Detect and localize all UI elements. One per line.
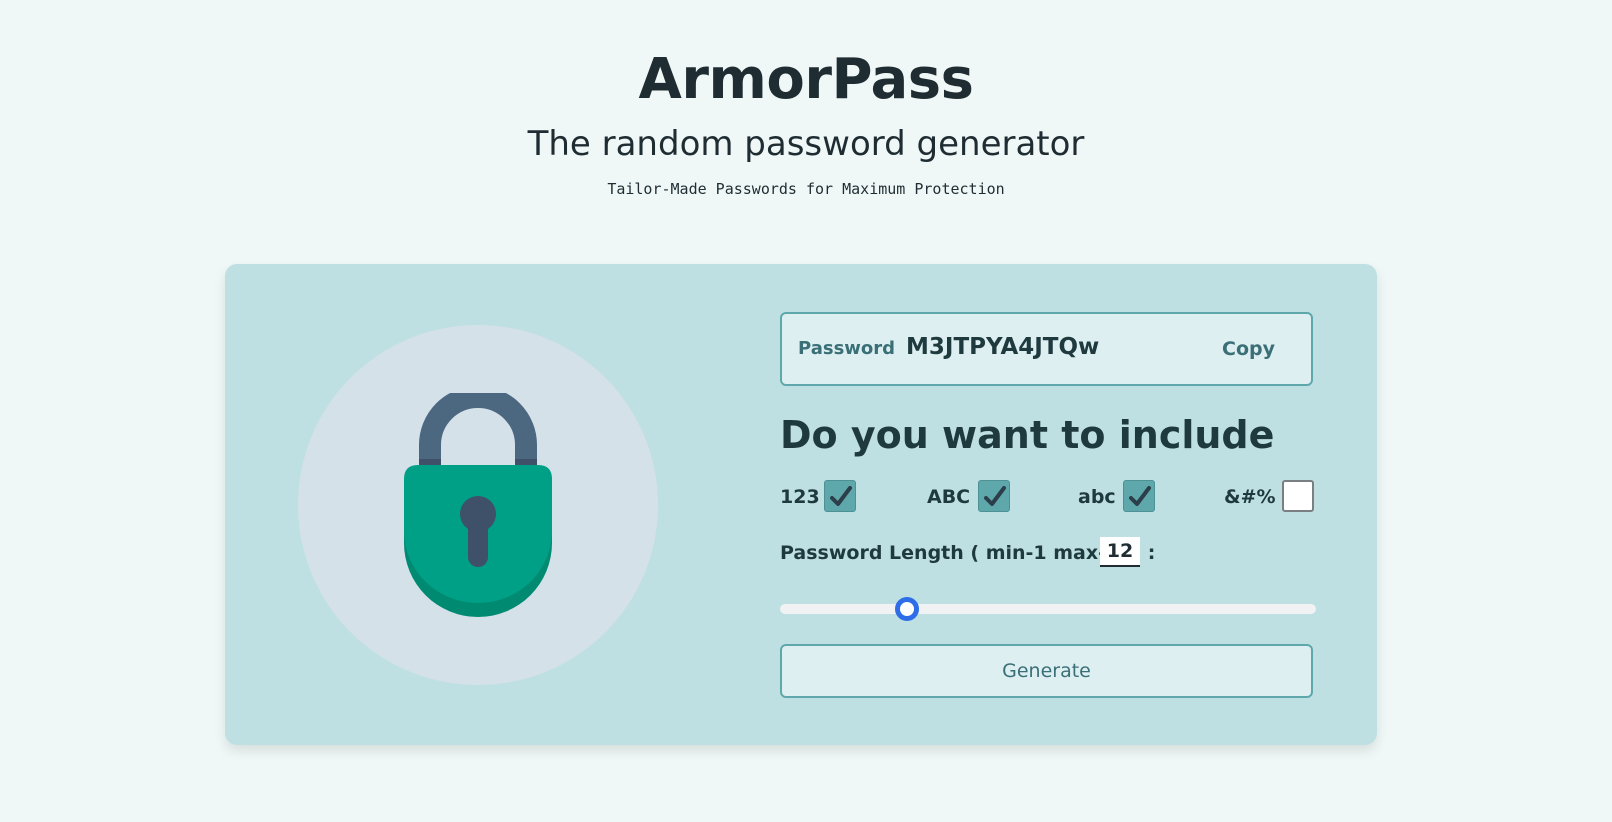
option-label-lowercase: abc xyxy=(1078,486,1116,508)
option-label-uppercase: ABC xyxy=(927,486,971,508)
lowercase-checkbox[interactable] xyxy=(1123,480,1155,512)
symbols-checkbox[interactable] xyxy=(1282,480,1314,512)
copy-button[interactable]: Copy xyxy=(1222,338,1275,360)
checkmark-icon xyxy=(984,486,1006,506)
include-heading: Do you want to include xyxy=(780,413,1275,457)
option-label-numbers: 123 xyxy=(780,486,820,508)
length-slider-track[interactable] xyxy=(780,604,1316,614)
app-subtitle: The random password generator xyxy=(527,124,1085,164)
password-value[interactable]: M3JTPYA4JTQw xyxy=(906,334,1099,360)
padlock-icon xyxy=(404,393,552,617)
uppercase-checkbox[interactable] xyxy=(978,480,1010,512)
option-label-symbols: &#% xyxy=(1224,486,1276,508)
length-slider-thumb[interactable] xyxy=(894,597,919,621)
password-display: Password M3JTPYA4JTQw Copy xyxy=(780,312,1313,386)
generate-button[interactable]: Generate xyxy=(780,644,1313,698)
checkmark-icon xyxy=(830,486,852,506)
length-input[interactable]: 12 xyxy=(1100,537,1140,567)
app-title: ArmorPass xyxy=(638,47,974,112)
password-label: Password xyxy=(798,338,896,359)
numbers-checkbox[interactable] xyxy=(824,480,856,512)
checkmark-icon xyxy=(1129,486,1151,506)
app-tagline: Tailor-Made Passwords for Maximum Protec… xyxy=(607,180,1005,198)
